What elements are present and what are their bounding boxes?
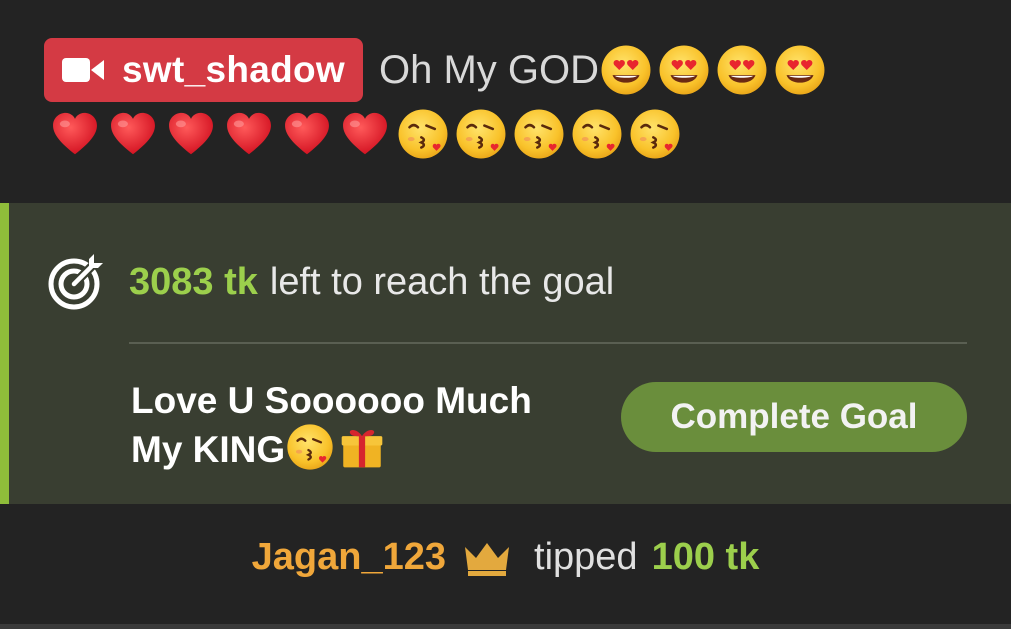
red-heart-emoji [48,107,102,161]
kissing-heart-emoji [396,107,450,161]
tip-notification: Jagan_123 tipped 100 tk [0,536,1011,579]
kissing-heart-emoji [570,107,624,161]
tipper-username[interactable]: Jagan_123 [252,536,446,579]
chat-message: swt_shadow Oh My GOD [44,38,944,164]
goal-panel: 3083 tk left to reach the goal Love U So… [0,203,1011,504]
chat-emoji-row-1 [599,43,831,97]
crown-icon [465,542,510,576]
red-heart-emoji [222,107,276,161]
chat-emoji-row-2 [48,104,944,164]
complete-goal-button[interactable]: Complete Goal [621,382,967,452]
gift-emoji [337,422,387,472]
red-heart-emoji [280,107,334,161]
heart-eyes-emoji [773,43,827,97]
kissing-heart-emoji [454,107,508,161]
video-camera-icon [62,58,104,82]
goal-remaining-label: left to reach the goal [269,260,615,303]
heart-eyes-emoji [599,43,653,97]
heart-eyes-emoji [715,43,769,97]
goal-divider [129,342,967,344]
goal-remaining-amount: 3083 tk [129,260,258,303]
kissing-heart-emoji [512,107,566,161]
red-heart-emoji [338,107,392,161]
chat-message-text: Oh My GOD [379,47,600,92]
tip-verb: tipped [534,536,638,578]
tip-amount: 100 tk [651,536,760,578]
heart-eyes-emoji [657,43,711,97]
goal-description-line-1: Love U Soooooo Much [131,380,532,421]
red-heart-emoji [164,107,218,161]
bottom-divider [0,624,1011,629]
kissing-heart-emoji [628,107,682,161]
target-icon [48,254,103,310]
goal-description-line-2-row: My KING [131,422,611,472]
username-badge[interactable]: swt_shadow [44,38,363,102]
kissing-heart-emoji [285,422,335,472]
chat-username[interactable]: swt_shadow [122,49,345,91]
goal-description: Love U Soooooo Much My KING [131,380,611,472]
goal-progress-row: 3083 tk left to reach the goal [47,253,614,311]
red-heart-emoji [106,107,160,161]
chat-message-line-1: swt_shadow Oh My GOD [44,38,944,102]
goal-description-line-2: My KING [131,429,286,470]
